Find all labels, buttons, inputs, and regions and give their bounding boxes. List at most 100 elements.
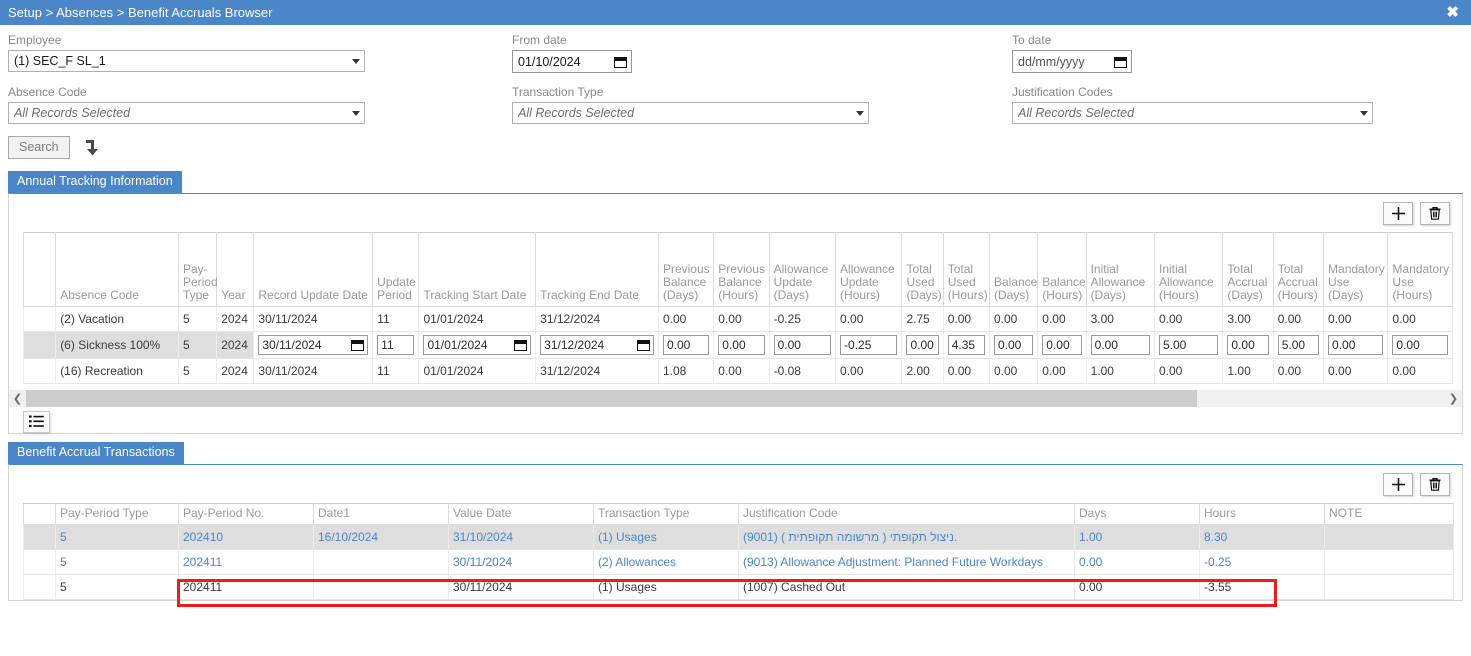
col-previous-balance-days[interactable]: Previous Balance (Days) xyxy=(657,231,715,307)
close-icon[interactable]: ✖ xyxy=(1444,5,1461,20)
table-cell[interactable]: 5 xyxy=(177,331,218,359)
col-balance-days[interactable]: Balance (Days) xyxy=(988,231,1039,307)
table-cell: 0.00 xyxy=(988,358,1039,384)
col-total-accrual-hours[interactable]: Total Accrual (Hours) xyxy=(1272,231,1325,307)
table-row[interactable]: (16) Recreation 5 2024 30/11/2024 11 01/01/20… xyxy=(22,358,1453,384)
calendar-icon[interactable] xyxy=(614,55,627,68)
table-cell[interactable]: 0.00 xyxy=(1037,331,1087,359)
table-cell: 0.00 xyxy=(1037,358,1087,384)
col-total-used-days[interactable]: Total Used (Days) xyxy=(901,231,944,307)
table-cell[interactable]: 2024 xyxy=(216,331,255,359)
calendar-icon[interactable] xyxy=(1114,55,1127,68)
table-row[interactable]: 5 202411 30/11/2024 (1) Usages (1007) Cashed… xyxy=(23,574,1454,600)
col-balance-hours[interactable]: Balance (Hours) xyxy=(1037,231,1087,307)
table-cell[interactable]: (6) Sickness 100% xyxy=(55,331,179,359)
calendar-icon[interactable] xyxy=(514,338,528,352)
col-tx-transaction-type[interactable]: Transaction Type xyxy=(593,502,739,525)
from-date-input[interactable]: 01/10/2024 xyxy=(512,50,632,73)
scroll-right-arrow-icon[interactable]: ❯ xyxy=(1445,390,1462,408)
col-tx-pay-period-type[interactable]: Pay-Period Type xyxy=(55,502,179,525)
col-allowance-update-hours[interactable]: Allowance Update (Hours) xyxy=(835,231,903,307)
table-cell[interactable]: 5.00 xyxy=(1153,331,1224,359)
row-select-cell[interactable] xyxy=(23,549,56,575)
scrollbar-track[interactable] xyxy=(26,390,1445,408)
col-tx-hours[interactable]: Hours xyxy=(1199,502,1325,525)
list-view-icon-button[interactable] xyxy=(23,410,50,433)
row-select-cell[interactable] xyxy=(22,358,57,384)
table-cell[interactable]: 0.00 xyxy=(901,331,944,359)
calendar-icon[interactable] xyxy=(636,338,650,352)
add-transaction-button[interactable] xyxy=(1383,472,1413,496)
table-row[interactable]: 5 202411 30/11/2024 (2) Allowances (9013) Al… xyxy=(23,549,1454,575)
table-cell: (16) Recreation xyxy=(55,358,179,384)
col-previous-balance-hours[interactable]: Previous Balance (Hours) xyxy=(713,231,770,307)
table-cell[interactable]: 11 xyxy=(372,331,420,359)
table-cell: (1007) Cashed Out xyxy=(738,574,1075,600)
table-cell[interactable]: 01/01/2024 xyxy=(418,331,537,359)
table-cell: 0.00 xyxy=(713,306,770,332)
table-row[interactable]: (2) Vacation 5 2024 30/11/2024 11 01/01/2024 3… xyxy=(22,306,1453,332)
table-cell xyxy=(313,574,449,600)
to-date-input[interactable]: dd/mm/yyyy xyxy=(1012,50,1132,73)
col-tx-note[interactable]: NOTE xyxy=(1324,502,1454,525)
row-select-cell[interactable] xyxy=(22,331,57,359)
col-total-used-hours[interactable]: Total Used (Hours) xyxy=(942,231,990,307)
table-row[interactable]: (6) Sickness 100% 5 2024 30/11/2024 11 01/01/… xyxy=(22,331,1453,359)
scroll-left-arrow-icon[interactable]: ❮ xyxy=(9,390,26,408)
absence-code-select[interactable]: All Records Selected xyxy=(8,102,365,124)
table-cell[interactable]: 31/12/2024 xyxy=(535,331,659,359)
col-mandatory-use-days[interactable]: Mandatory Use (Days) xyxy=(1323,231,1389,307)
row-select-cell[interactable] xyxy=(23,574,56,600)
table-cell[interactable]: 0.00 xyxy=(1387,331,1453,359)
delete-row-button[interactable] xyxy=(1420,201,1450,225)
col-total-accrual-days[interactable]: Total Accrual (Days) xyxy=(1222,231,1274,307)
employee-select[interactable]: (1) SEC_F SL_1 xyxy=(8,50,365,72)
tab-benefit-accrual-transactions[interactable]: Benefit Accrual Transactions xyxy=(8,441,184,464)
table-cell[interactable]: 0.00 xyxy=(1222,331,1274,359)
cell-value: 0.00 xyxy=(1328,311,1352,326)
col-initial-allowance-hours[interactable]: Initial Allowance (Hours) xyxy=(1153,231,1224,307)
col-tx-value-date[interactable]: Value Date xyxy=(448,502,594,525)
table-cell[interactable]: 0.00 xyxy=(713,331,770,359)
to-date-label: To date xyxy=(1012,33,1052,47)
scrollbar-thumb[interactable] xyxy=(26,390,1197,408)
transaction-type-select[interactable]: All Records Selected xyxy=(512,102,869,124)
calendar-icon[interactable] xyxy=(351,338,365,352)
col-tracking-start-date[interactable]: Tracking Start Date xyxy=(418,231,537,307)
justification-codes-select[interactable]: All Records Selected xyxy=(1012,102,1373,124)
col-tx-date1[interactable]: Date1 xyxy=(313,502,449,525)
table-cell[interactable]: 0.00 xyxy=(657,331,715,359)
table-cell xyxy=(1324,549,1454,575)
table-cell[interactable]: 30/11/2024 xyxy=(253,331,374,359)
row-select-cell[interactable] xyxy=(22,306,57,332)
col-mandatory-use-hours[interactable]: Mandatory Use (Hours) xyxy=(1387,231,1453,307)
table-cell: (1) Usages xyxy=(593,524,739,550)
table-cell[interactable]: 0.00 xyxy=(1323,331,1389,359)
col-tx-pay-period-no[interactable]: Pay-Period No. xyxy=(178,502,314,525)
col-allowance-update-days[interactable]: Allowance Update (Days) xyxy=(768,231,837,307)
col-initial-allowance-days[interactable]: Initial Allowance (Days) xyxy=(1085,231,1155,307)
col-pay-period-type[interactable]: Pay-Period Type xyxy=(177,231,218,307)
add-row-button[interactable] xyxy=(1383,201,1413,225)
annual-horizontal-scrollbar[interactable]: ❮ ❯ xyxy=(9,389,1462,408)
row-select-cell[interactable] xyxy=(23,524,56,550)
col-update-period[interactable]: Update Period xyxy=(372,231,420,307)
col-year[interactable]: Year xyxy=(216,231,255,307)
col-absence-code[interactable]: Absence Code xyxy=(55,231,179,307)
col-tx-justification-code[interactable]: Justification Code xyxy=(738,502,1075,525)
table-cell[interactable]: 0.00 xyxy=(1085,331,1155,359)
flow-arrow-icon[interactable] xyxy=(84,138,101,162)
delete-transaction-button[interactable] xyxy=(1420,472,1450,496)
col-tx-days[interactable]: Days xyxy=(1074,502,1200,525)
table-cell[interactable]: 4.35 xyxy=(942,331,990,359)
table-cell[interactable]: 0.00 xyxy=(768,331,837,359)
table-cell[interactable]: 5.00 xyxy=(1272,331,1325,359)
col-tracking-end-date[interactable]: Tracking End Date xyxy=(535,231,659,307)
col-record-update-date[interactable]: Record Update Date xyxy=(253,231,374,307)
table-row[interactable]: 5 202410 16/10/2024 31/10/2024 (1) Usages (90… xyxy=(23,524,1454,550)
table-cell[interactable]: 0.00 xyxy=(988,331,1039,359)
search-button[interactable]: Search xyxy=(8,135,70,159)
table-cell: 1.00 xyxy=(1074,524,1200,550)
table-cell[interactable]: -0.25 xyxy=(835,331,903,359)
cell-value: 30/11/2024 xyxy=(453,554,513,569)
